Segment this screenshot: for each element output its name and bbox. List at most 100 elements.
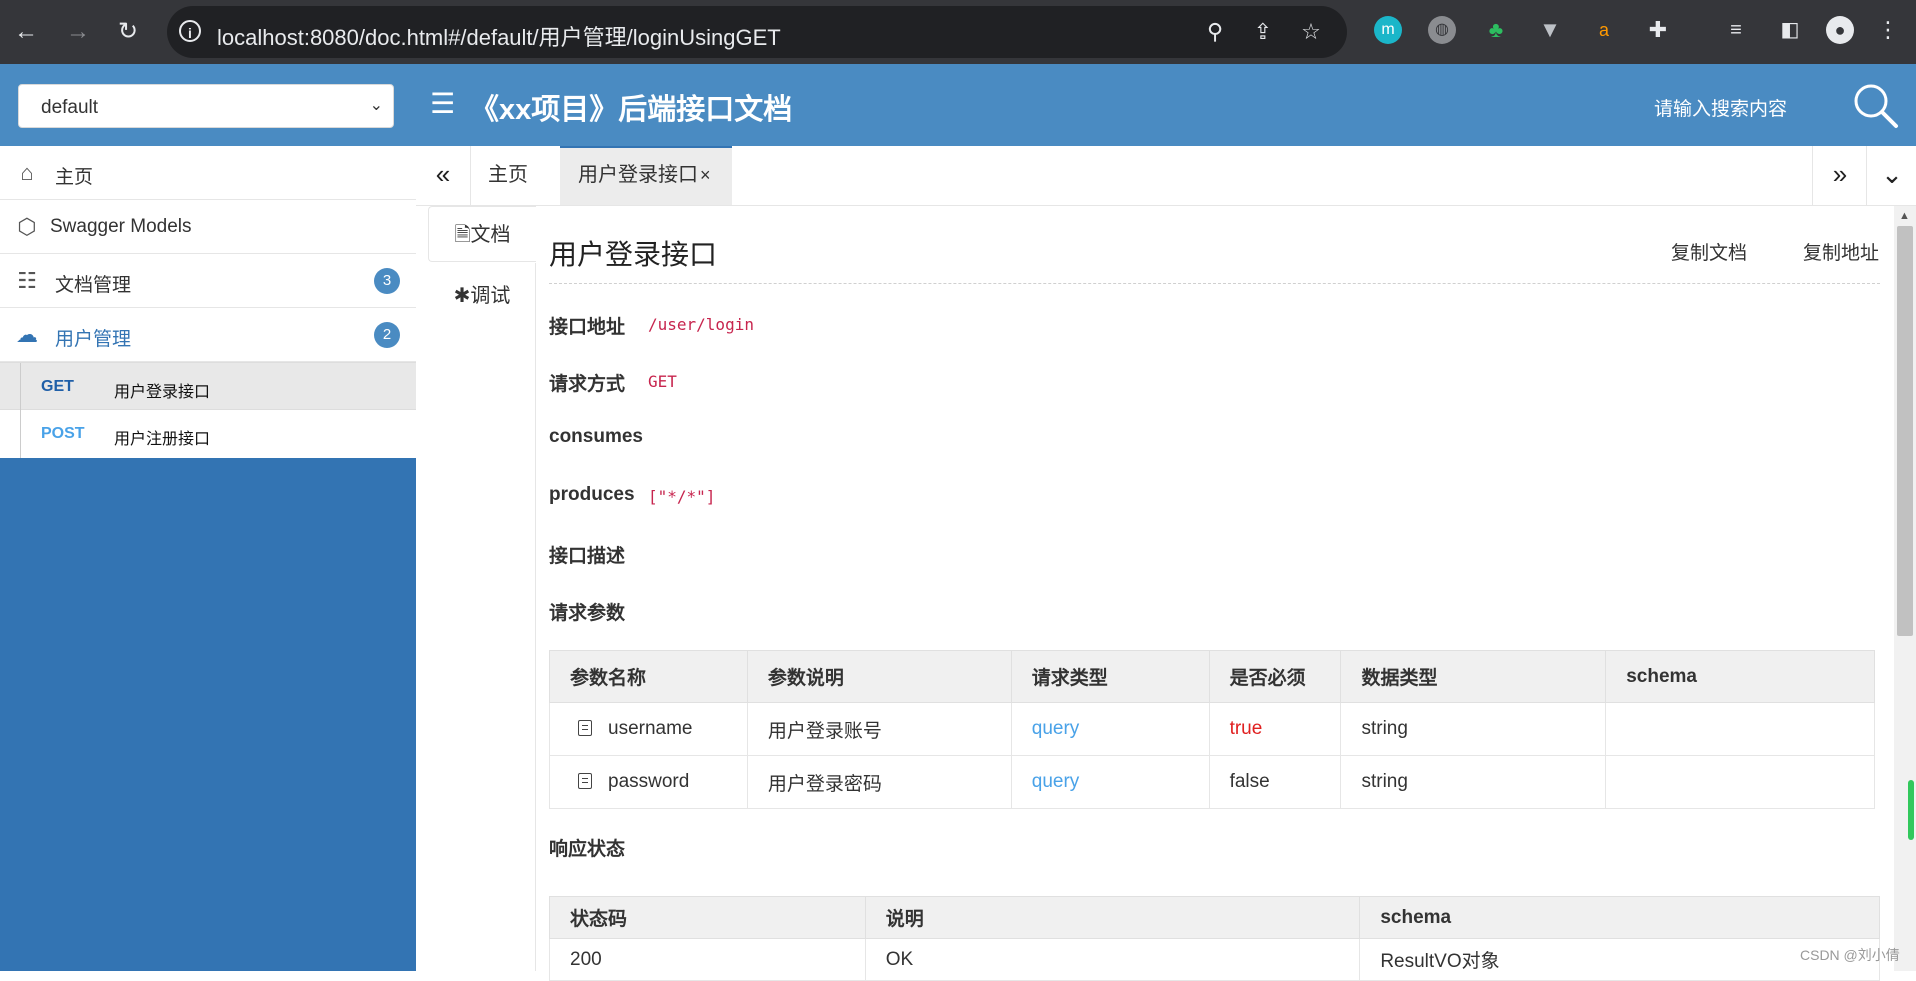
bug-icon: ✱ xyxy=(453,285,471,307)
sidebar-item-label: 主页 xyxy=(55,167,94,188)
cloud-icon: ☁ xyxy=(16,322,38,347)
param-schema xyxy=(1605,755,1875,809)
tab-doc[interactable]: 🗎文档 xyxy=(428,206,536,262)
group-select-value: default xyxy=(41,97,99,118)
method-label: 请求方式 xyxy=(549,374,626,395)
tab-debug-label: 调试 xyxy=(470,285,511,307)
address-value: /user/login xyxy=(648,315,754,334)
params-label: 请求参数 xyxy=(549,603,626,624)
column-header: schema xyxy=(1359,896,1880,939)
table-header-row: 参数名称 参数说明 请求类型 是否必须 数据类型 schema xyxy=(549,650,1875,703)
column-header: 说明 xyxy=(864,896,1361,939)
doc-settings-icon: ☷ xyxy=(17,268,37,293)
share-icon[interactable]: ⇪ xyxy=(1249,18,1277,46)
response-code: 200 xyxy=(549,938,866,981)
params-table: 参数名称 参数说明 请求类型 是否必须 数据类型 schema username… xyxy=(549,650,1875,809)
param-name-cell: password xyxy=(549,755,748,809)
tree-line xyxy=(20,363,21,411)
count-badge: 3 xyxy=(374,268,400,294)
extensions-puzzle-icon[interactable]: ✚ xyxy=(1644,16,1672,44)
tabs-scroll-right-icon[interactable]: » xyxy=(1812,146,1867,205)
address-bar[interactable]: i localhost:8080/doc.html#/default/用户管理/… xyxy=(167,6,1347,58)
doc-title: 《xx项目》后端接口文档 xyxy=(470,94,793,126)
sidebar-item-label: 文档管理 xyxy=(55,275,132,296)
column-header: 是否必须 xyxy=(1208,650,1342,703)
home-icon: ⌂ xyxy=(20,160,34,185)
param-schema xyxy=(1605,702,1875,756)
scroll-thumb[interactable] xyxy=(1897,226,1913,636)
address-label: 接口地址 xyxy=(549,317,626,338)
site-info-icon[interactable]: i xyxy=(179,20,201,42)
column-header: 参数名称 xyxy=(549,650,748,703)
param-desc: 用户登录账号 xyxy=(746,702,1012,756)
divider xyxy=(549,283,1880,284)
sidebar-item-home[interactable]: ⌂ 主页 xyxy=(0,146,416,200)
forward-icon[interactable]: → xyxy=(60,14,96,50)
content-scrollbar[interactable]: ▲ xyxy=(1894,206,1916,971)
zoom-icon[interactable]: ⚲ xyxy=(1201,18,1229,46)
search-input[interactable]: 请输入搜索内容 xyxy=(1654,94,1787,121)
response-label: 响应状态 xyxy=(549,839,626,860)
profile-avatar-icon[interactable]: ● xyxy=(1826,16,1854,44)
search-icon[interactable] xyxy=(1850,80,1900,130)
column-header: 状态码 xyxy=(549,896,866,939)
side-panel-icon[interactable]: ◧ xyxy=(1776,16,1804,44)
close-icon[interactable]: × xyxy=(700,165,711,185)
description-label: 接口描述 xyxy=(549,546,626,567)
response-desc: OK xyxy=(864,938,1361,981)
copy-doc-button[interactable]: 复制文档 xyxy=(1671,238,1747,265)
param-name-cell: username xyxy=(549,702,748,756)
column-header: schema xyxy=(1605,650,1875,703)
back-icon[interactable]: ← xyxy=(8,14,44,50)
param-required: false xyxy=(1208,755,1342,809)
tab-doc-label: 文档 xyxy=(470,224,511,246)
response-table: 状态码 说明 schema 200 OK ResultVO对象 xyxy=(549,896,1880,981)
tab-home[interactable]: 主页 xyxy=(472,146,544,205)
browser-menu-icon[interactable]: ⋮ xyxy=(1874,16,1902,44)
param-name: username xyxy=(608,718,693,739)
tabs-menu-chevron-icon[interactable]: ⌄ xyxy=(1866,146,1916,205)
sidebar-item-user-management[interactable]: ☁ 用户管理 2 xyxy=(0,308,416,362)
param-datatype: string xyxy=(1340,755,1607,809)
tab-login-api[interactable]: 用户登录接口 × xyxy=(560,146,732,205)
sidebar-subitem-login[interactable]: GET 用户登录接口 xyxy=(0,362,416,411)
param-required: true xyxy=(1208,702,1342,756)
group-select[interactable]: default ⌄ xyxy=(18,84,394,128)
vue-devtools-icon[interactable]: ▼ xyxy=(1536,16,1564,44)
table-row: password 用户登录密码 query false string xyxy=(549,755,1875,809)
amazon-icon[interactable]: a xyxy=(1590,16,1618,44)
extension-m-icon[interactable]: m xyxy=(1374,16,1402,44)
media-queue-icon[interactable]: ≡ xyxy=(1722,16,1750,44)
count-badge: 2 xyxy=(374,322,400,348)
method-badge: GET xyxy=(41,378,74,395)
sidebar-subitem-label: 用户注册接口 xyxy=(114,431,211,448)
sidebar-item-doc-management[interactable]: ☷ 文档管理 3 xyxy=(0,254,416,308)
sidebar-item-swagger-models[interactable]: ⬡ Swagger Models xyxy=(0,200,416,254)
sidebar-item-label: Swagger Models xyxy=(50,216,192,237)
tab-debug[interactable]: ✱调试 xyxy=(428,268,536,324)
sidebar-subitem-register[interactable]: POST 用户注册接口 xyxy=(0,410,416,458)
param-datatype: string xyxy=(1340,702,1607,756)
models-icon: ⬡ xyxy=(17,214,37,239)
method-badge: POST xyxy=(41,425,85,442)
address-url[interactable]: localhost:8080/doc.html#/default/用户管理/lo… xyxy=(217,20,781,52)
reload-icon[interactable]: ↻ xyxy=(110,14,146,50)
tree-line xyxy=(20,410,21,458)
produces-value: ["*/*"] xyxy=(648,487,716,506)
bookmark-star-icon[interactable]: ☆ xyxy=(1297,18,1325,46)
chevron-down-icon: ⌄ xyxy=(369,97,383,114)
table-row: 200 OK ResultVO对象 xyxy=(549,938,1880,981)
copy-address-button[interactable]: 复制地址 xyxy=(1803,238,1879,265)
globe-icon[interactable]: ◍ xyxy=(1428,16,1456,44)
sidebar-menu: ⌂ 主页 ⬡ Swagger Models ☷ 文档管理 3 ☁ 用户管理 2 … xyxy=(0,146,416,458)
doc-file-icon: 🗎 xyxy=(454,224,471,246)
produces-label: produces xyxy=(549,484,635,505)
watermark: CSDN @刘小倩 xyxy=(1800,947,1900,963)
column-header: 数据类型 xyxy=(1340,650,1607,703)
browser-toolbar: ← → ↻ i localhost:8080/doc.html#/default… xyxy=(0,0,1916,64)
evernote-icon[interactable]: ♣ xyxy=(1482,16,1510,44)
menu-toggle-icon[interactable]: ☰ xyxy=(430,90,455,118)
scroll-up-icon[interactable]: ▲ xyxy=(1899,210,1910,222)
sidebar-item-label: 用户管理 xyxy=(55,329,132,350)
tabs-scroll-left-icon[interactable]: « xyxy=(416,146,471,205)
